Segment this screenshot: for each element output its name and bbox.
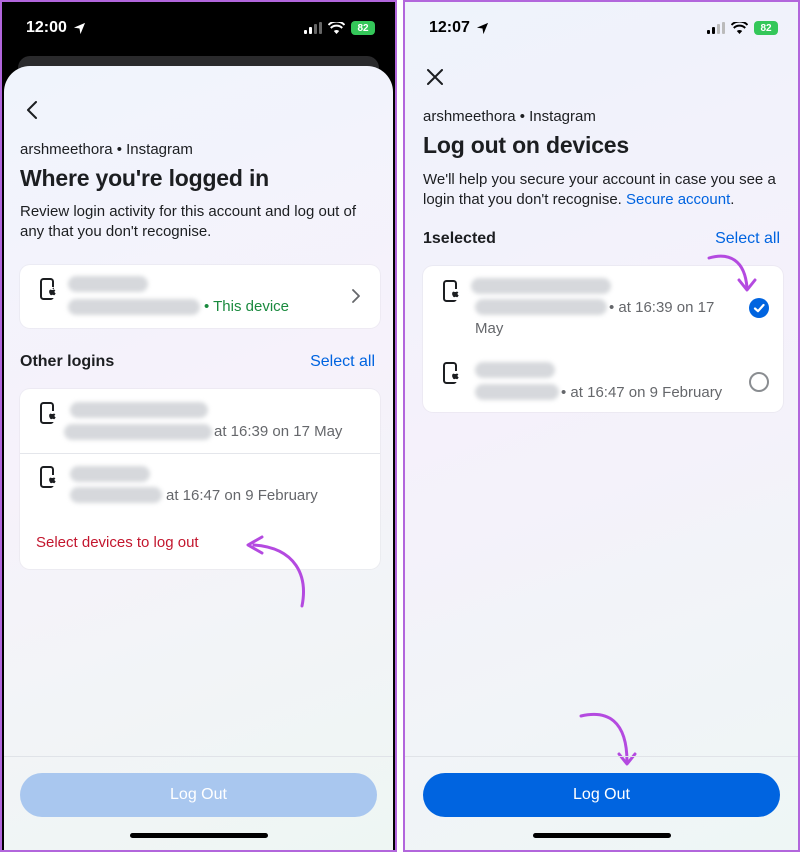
this-device-card[interactable]: • This device [20, 265, 380, 328]
battery-icon: 82 [351, 21, 375, 35]
annotation-arrow-icon [707, 254, 757, 292]
account-line: arshmeethora • Instagram [423, 108, 596, 125]
back-chevron-icon [27, 101, 37, 119]
footer-divider [4, 756, 393, 757]
description-period: . [730, 191, 735, 208]
redacted-device-name [475, 362, 555, 378]
status-bar: 12:07 82 [405, 2, 798, 54]
phone-apple-icon [40, 278, 58, 300]
page-title: Where you're logged in [20, 165, 269, 191]
phone-apple-icon [40, 466, 58, 488]
other-logins-label: Other logins [20, 353, 115, 370]
other-logins-card: at 16:39 on 17 May at 16:47 on 9 Februar… [20, 389, 380, 569]
phone-apple-icon [40, 402, 58, 424]
select-all-link[interactable]: Select all [310, 353, 375, 371]
redacted-device-name [471, 278, 611, 294]
list-item[interactable]: at 16:39 on 17 May [20, 389, 380, 453]
status-icons: 82 [304, 21, 375, 35]
back-button[interactable] [18, 96, 46, 124]
home-indicator [532, 833, 671, 838]
this-device-label: • This device [204, 298, 290, 315]
annotation-arrow-icon [579, 712, 637, 766]
login-activity-sheet: arshmeethora • Instagram Where you're lo… [4, 66, 393, 850]
redacted-location [64, 424, 212, 440]
account-line: arshmeethora • Instagram [20, 141, 193, 158]
chevron-right-icon [352, 289, 360, 303]
login-meta: at 16:39 on 17 May [214, 423, 343, 440]
logout-button[interactable]: Log Out [423, 773, 780, 817]
redacted-location [475, 299, 607, 315]
status-bar: 12:00 82 [2, 2, 395, 54]
selected-count: 1selected [423, 230, 496, 247]
list-item[interactable]: • at 16:47 on 9 February [423, 346, 783, 410]
page-description: Review login activity for this account a… [20, 203, 357, 240]
login-meta: • at 16:47 on 9 February [561, 384, 723, 401]
redacted-device-name [70, 402, 208, 418]
redacted-location [475, 384, 559, 400]
signal-icon [304, 22, 322, 34]
status-time-group: 12:07 [429, 19, 489, 37]
close-button[interactable] [421, 63, 449, 91]
location-arrow-icon [73, 22, 85, 34]
status-icons: 82 [707, 21, 778, 35]
home-indicator [129, 833, 268, 838]
redacted-location [68, 299, 200, 315]
phone-apple-icon [443, 280, 461, 302]
device-checkbox[interactable] [749, 372, 769, 392]
redacted-device-name [68, 276, 148, 292]
checkmark-icon [753, 303, 765, 313]
right-screen: 12:07 82 arshmeethora • Instagram Log ou… [403, 0, 800, 852]
logout-button[interactable]: Log Out [20, 773, 377, 817]
wifi-icon [328, 22, 345, 34]
select-all-link[interactable]: Select all [715, 230, 780, 248]
close-icon [427, 69, 443, 85]
secure-account-link[interactable]: Secure account [626, 191, 730, 208]
redacted-location [70, 487, 162, 503]
location-arrow-icon [476, 22, 488, 34]
footer-divider [405, 756, 798, 757]
page-title: Log out on devices [423, 132, 629, 158]
status-time: 12:00 [26, 19, 67, 36]
select-devices-link[interactable]: Select devices to log out [36, 534, 199, 551]
signal-icon [707, 22, 725, 34]
device-checkbox[interactable] [749, 298, 769, 318]
login-meta: at 16:47 on 9 February [166, 487, 318, 504]
page-description: We'll help you secure your account in ca… [423, 170, 785, 210]
list-item[interactable]: at 16:47 on 9 February [20, 454, 380, 518]
wifi-icon [731, 22, 748, 34]
redacted-device-name [70, 466, 150, 482]
left-screen: 12:00 82 arshmeethora • Instagram Where … [0, 0, 397, 852]
battery-icon: 82 [754, 21, 778, 35]
status-time: 12:07 [429, 19, 470, 36]
login-meta: • at 16:39 on 17 [609, 299, 715, 316]
status-time-group: 12:00 [26, 19, 86, 37]
login-meta-continued: May [475, 320, 504, 337]
annotation-arrow-icon [246, 535, 305, 608]
phone-apple-icon [443, 362, 461, 384]
